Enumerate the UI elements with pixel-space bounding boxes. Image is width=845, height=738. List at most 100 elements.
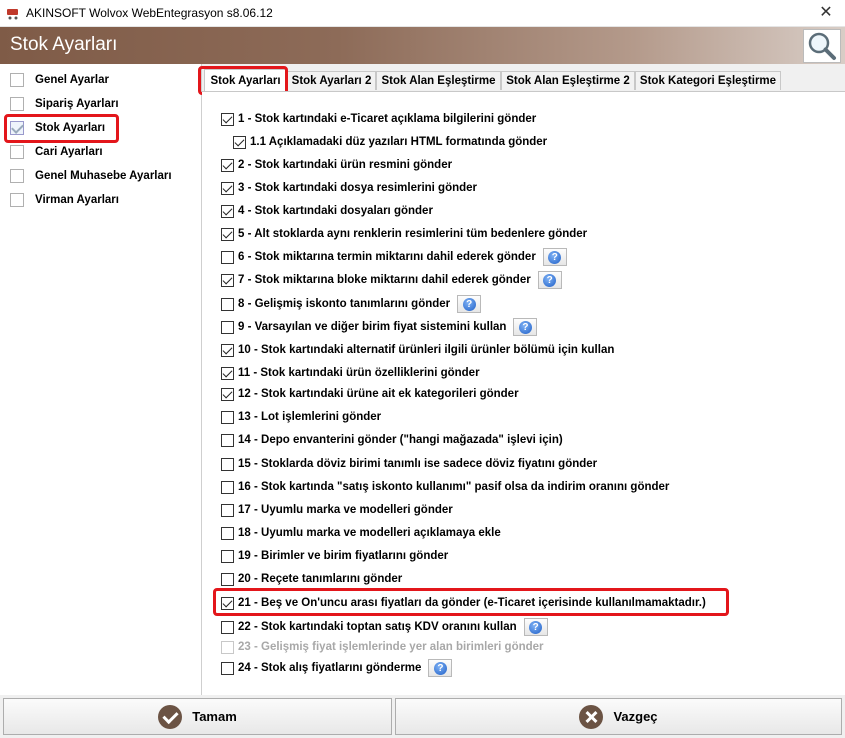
checkmark-icon: [158, 704, 183, 729]
sidebar-item-siparis[interactable]: Sipariş Ayarları: [10, 95, 119, 113]
option-checkbox[interactable]: [221, 181, 234, 195]
option-checkbox: [221, 640, 234, 654]
option-17[interactable]: 17 - Uyumlu marka ve modelleri gönder: [221, 502, 453, 518]
option-checkbox[interactable]: [221, 297, 234, 311]
close-icon[interactable]: ✕: [817, 4, 835, 22]
option-label: 18 - Uyumlu marka ve modelleri açıklamay…: [238, 527, 501, 539]
help-button[interactable]: ?: [537, 271, 562, 289]
help-button[interactable]: ?: [457, 295, 482, 313]
option-checkbox[interactable]: [221, 661, 234, 675]
option-7[interactable]: 7 - Stok miktarına bloke miktarını dahil…: [221, 271, 562, 289]
option-1[interactable]: 1 - Stok kartındaki e-Ticaret açıklama b…: [221, 111, 536, 127]
option-18[interactable]: 18 - Uyumlu marka ve modelleri açıklamay…: [221, 525, 501, 541]
help-button[interactable]: ?: [513, 318, 538, 336]
help-button[interactable]: ?: [542, 248, 567, 266]
option-checkbox[interactable]: [221, 433, 234, 447]
option-label: 12 - Stok kartındaki ürüne ait ek katego…: [238, 388, 519, 400]
option-checkbox[interactable]: [221, 320, 234, 334]
option-label: 10 - Stok kartındaki alternatif ürünleri…: [238, 344, 615, 356]
option-checkbox[interactable]: [221, 503, 234, 517]
tab-stok-kategori-eslestirme[interactable]: Stok Kategori Eşleştirme: [635, 71, 781, 90]
option-checkbox[interactable]: [221, 273, 234, 287]
option-checkbox[interactable]: [221, 572, 234, 586]
sidebar-item-virman[interactable]: Virman Ayarları: [10, 191, 119, 209]
help-icon: ?: [548, 250, 562, 264]
sidebar-checkbox[interactable]: [10, 73, 24, 87]
option-label: 13 - Lot işlemlerini gönder: [238, 411, 382, 423]
sidebar-checkbox[interactable]: [10, 121, 24, 135]
help-button[interactable]: ?: [428, 659, 453, 677]
tab-stok-alan-eslestirme[interactable]: Stok Alan Eşleştirme: [376, 71, 501, 90]
option-2[interactable]: 2 - Stok kartındaki ürün resmini gönder: [221, 157, 452, 173]
option-checkbox[interactable]: [221, 366, 234, 380]
option-16[interactable]: 16 - Stok kartında "satış iskonto kullan…: [221, 479, 669, 495]
sidebar-item-label: Genel Ayarlar: [35, 74, 109, 86]
option-label: 17 - Uyumlu marka ve modelleri gönder: [238, 504, 453, 516]
option-8[interactable]: 8 - Gelişmiş iskonto tanımlarını gönder …: [221, 295, 482, 313]
option-checkbox[interactable]: [221, 596, 234, 610]
option-24[interactable]: 24 - Stok alış fiyatlarını gönderme ?: [221, 659, 453, 677]
option-checkbox[interactable]: [221, 387, 234, 401]
sidebar-checkbox[interactable]: [10, 169, 24, 183]
option-checkbox[interactable]: [221, 457, 234, 471]
option-checkbox[interactable]: [221, 480, 234, 494]
option-3[interactable]: 3 - Stok kartındaki dosya resimlerini gö…: [221, 180, 477, 196]
option-23: 23 - Gelişmiş fiyat işlemlerinde yer ala…: [221, 639, 544, 655]
help-button[interactable]: ?: [523, 618, 548, 636]
option-checkbox[interactable]: [221, 549, 234, 563]
sidebar-item-cari[interactable]: Cari Ayarları: [10, 143, 103, 161]
option-label: 3 - Stok kartındaki dosya resimlerini gö…: [238, 182, 478, 194]
option-6[interactable]: 6 - Stok miktarına termin miktarını dahi…: [221, 248, 567, 266]
ok-button[interactable]: Tamam: [3, 698, 392, 735]
option-checkbox[interactable]: [221, 250, 234, 264]
option-label: 19 - Birimler ve birim fiyatlarını gönde…: [238, 550, 449, 562]
option-label: 20 - Reçete tanımlarını gönder: [238, 573, 403, 585]
option-13[interactable]: 13 - Lot işlemlerini gönder: [221, 409, 381, 425]
sidebar-checkbox[interactable]: [10, 193, 24, 207]
option-label: 5 - Alt stoklarda aynı renklerin resimle…: [238, 228, 588, 240]
option-20[interactable]: 20 - Reçete tanımlarını gönder: [221, 571, 402, 587]
sidebar-checkbox[interactable]: [10, 97, 24, 111]
option-checkbox[interactable]: [221, 158, 234, 172]
option-checkbox[interactable]: [221, 343, 234, 357]
sidebar-checkbox[interactable]: [10, 145, 24, 159]
option-14[interactable]: 14 - Depo envanterini gönder ("hangi mağ…: [221, 432, 563, 448]
option-checkbox[interactable]: [221, 227, 234, 241]
search-button[interactable]: [803, 29, 841, 63]
tab-stok-ayarlari-2[interactable]: Stok Ayarları 2: [287, 71, 376, 90]
option-label: 23 - Gelişmiş fiyat işlemlerinde yer ala…: [238, 641, 544, 653]
window-titlebar: AKINSOFT Wolvox WebEntegrasyon s8.06.12 …: [0, 0, 845, 27]
sidebar-item-genel-muhasebe[interactable]: Genel Muhasebe Ayarları: [10, 167, 172, 185]
magnifier-icon: [808, 32, 836, 60]
option-checkbox[interactable]: [221, 410, 234, 424]
option-checkbox[interactable]: [233, 135, 246, 149]
tab-stok-alan-eslestirme-2[interactable]: Stok Alan Eşleştirme 2: [501, 71, 635, 90]
option-10[interactable]: 10 - Stok kartındaki alternatif ürünleri…: [221, 342, 614, 358]
help-icon: ?: [462, 297, 476, 311]
option-checkbox[interactable]: [221, 204, 234, 218]
option-4[interactable]: 4 - Stok kartındaki dosyaları gönder: [221, 203, 433, 219]
option-19[interactable]: 19 - Birimler ve birim fiyatlarını gönde…: [221, 548, 448, 564]
option-11[interactable]: 11 - Stok kartındaki ürün özelliklerini …: [221, 365, 480, 381]
help-icon: ?: [529, 620, 543, 634]
cart-app-icon: [7, 9, 18, 20]
cancel-button[interactable]: Vazgeç: [395, 698, 842, 735]
option-label: 6 - Stok miktarına termin miktarını dahi…: [238, 251, 536, 263]
sidebar-item-genel[interactable]: Genel Ayarlar: [10, 71, 109, 89]
option-checkbox[interactable]: [221, 526, 234, 540]
option-label: 22 - Stok kartındaki toptan satış KDV or…: [238, 621, 517, 633]
sidebar-item-stok[interactable]: Stok Ayarları: [10, 119, 105, 137]
option-15[interactable]: 15 - Stoklarda döviz birimi tanımlı ise …: [221, 456, 597, 472]
help-icon: ?: [543, 273, 557, 287]
option-1-1[interactable]: 1.1 Açıklamadaki düz yazıları HTML forma…: [233, 134, 547, 150]
tab-stok-ayarlari[interactable]: Stok Ayarları: [204, 69, 287, 91]
option-9[interactable]: 9 - Varsayılan ve diğer birim fiyat sist…: [221, 318, 538, 336]
option-checkbox[interactable]: [221, 112, 234, 126]
option-12[interactable]: 12 - Stok kartındaki ürüne ait ek katego…: [221, 386, 519, 402]
option-21[interactable]: 21 - Beş ve On'uncu arası fiyatları da g…: [221, 595, 706, 611]
option-checkbox[interactable]: [221, 620, 234, 634]
tab-content: 1 - Stok kartındaki e-Ticaret açıklama b…: [202, 91, 845, 695]
option-5[interactable]: 5 - Alt stoklarda aynı renklerin resimle…: [221, 226, 587, 242]
option-22[interactable]: 22 - Stok kartındaki toptan satış KDV or…: [221, 618, 548, 636]
settings-panel: Stok Ayarları Stok Ayarları 2 Stok Alan …: [198, 64, 845, 695]
